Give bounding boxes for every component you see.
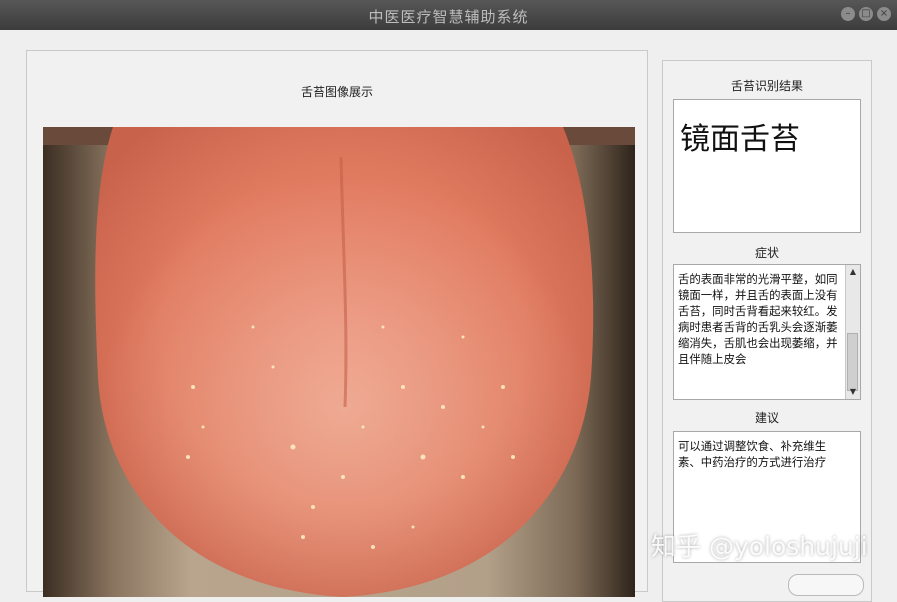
advice-label: 建议	[754, 411, 779, 425]
symptom-text: 舌的表面非常的光滑平整，如同镜面一样，并且舌的表面上没有舌苔，同时舌背看起来较红…	[678, 272, 838, 366]
action-button[interactable]	[788, 574, 864, 596]
window-controls: – □ ×	[841, 7, 891, 21]
symptom-scrollbar[interactable]: ▲ ▼	[845, 265, 860, 399]
scroll-up-icon[interactable]: ▲	[846, 265, 860, 279]
window-title: 中医医疗智慧辅助系统	[368, 8, 529, 26]
scroll-down-icon[interactable]: ▼	[846, 385, 860, 399]
image-display-panel: 舌苔图像展示	[26, 50, 648, 597]
result-label: 舌苔识别结果	[730, 79, 803, 93]
title-bar: 中医医疗智慧辅助系统 – □ ×	[0, 0, 897, 30]
maximize-icon[interactable]: □	[859, 7, 873, 21]
symptom-textarea[interactable]: 舌的表面非常的光滑平整，如同镜面一样，并且舌的表面上没有舌苔，同时舌背看起来较红…	[673, 264, 861, 400]
tongue-image	[43, 127, 635, 597]
image-panel-title: 舌苔图像展示	[300, 85, 373, 99]
minimize-icon[interactable]: –	[841, 7, 855, 21]
watermark: 知乎 @yoloshujuji	[651, 532, 868, 561]
tongue-photo	[43, 127, 635, 597]
symptom-label: 症状	[754, 246, 779, 260]
result-panel: 舌苔识别结果 镜面舌苔 症状 舌的表面非常的光滑平整，如同镜面一样，并且舌的表面…	[662, 60, 872, 602]
scroll-thumb[interactable]	[847, 333, 858, 391]
result-box: 镜面舌苔	[673, 99, 861, 233]
result-value: 镜面舌苔	[680, 122, 800, 157]
close-icon[interactable]: ×	[877, 7, 891, 21]
advice-text: 可以通过调整饮食、补充维生素、中药治疗的方式进行治疗	[678, 439, 827, 469]
